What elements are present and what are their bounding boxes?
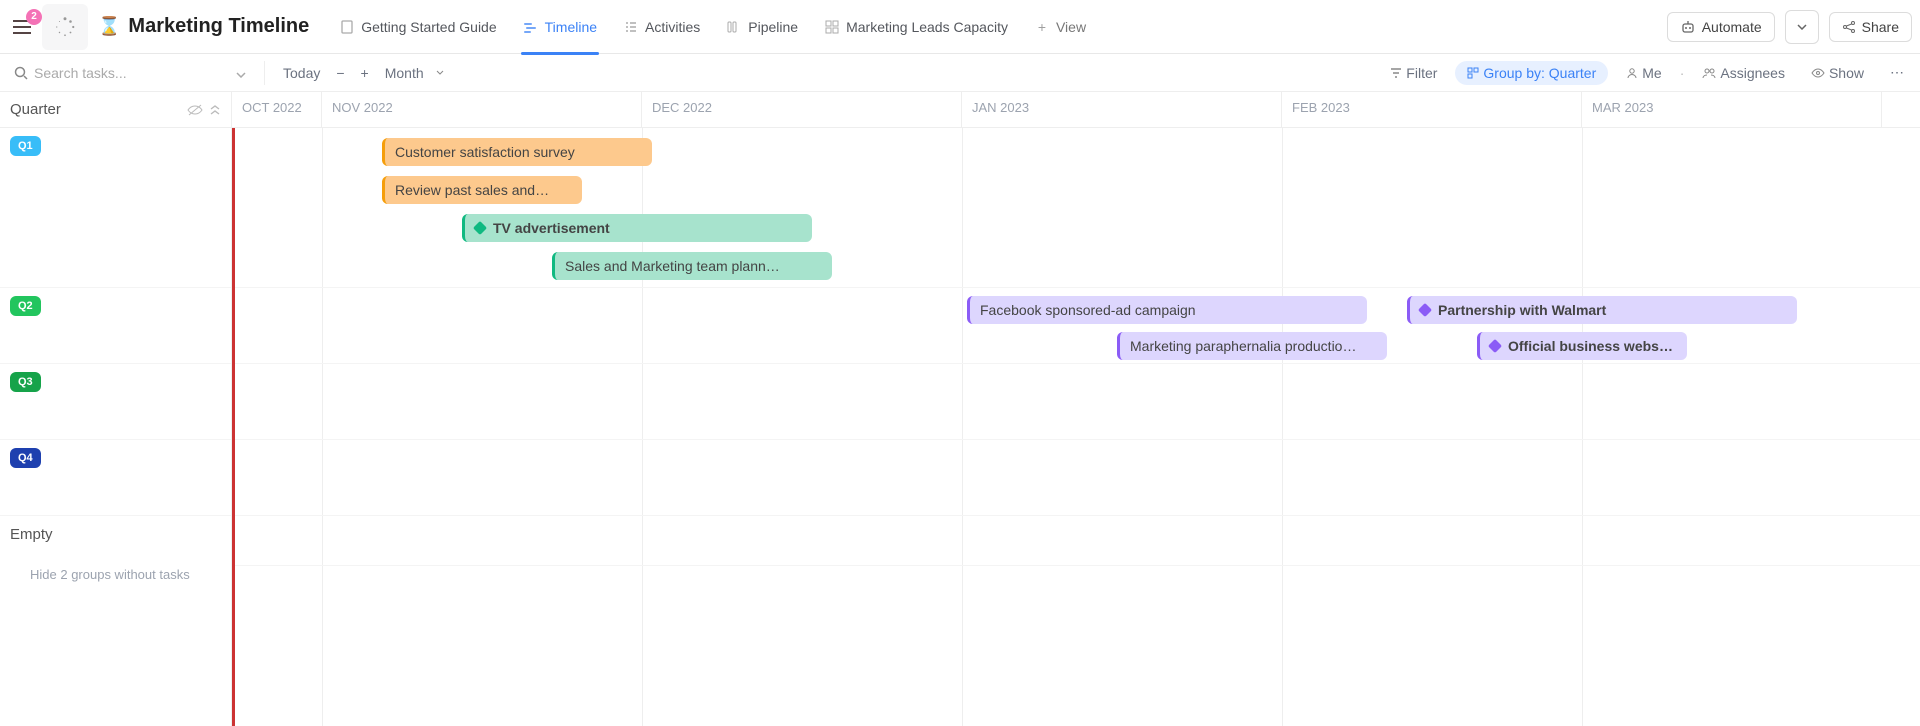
- today-button[interactable]: Today: [275, 61, 328, 85]
- diamond-icon: [473, 221, 487, 235]
- capacity-icon: [824, 19, 840, 35]
- task-bar[interactable]: Facebook sponsored-ad campaign: [967, 296, 1367, 324]
- month-header: DEC 2022: [642, 92, 962, 127]
- lane-q2: Facebook sponsored-ad campaign Partnersh…: [232, 288, 1920, 364]
- task-bar[interactable]: TV advertisement: [462, 214, 812, 242]
- collapse-all-icon[interactable]: [209, 104, 221, 116]
- doc-icon: [339, 19, 355, 35]
- tab-label: Marketing Leads Capacity: [846, 19, 1008, 35]
- tab-pipeline[interactable]: Pipeline: [714, 11, 810, 43]
- share-button[interactable]: Share: [1829, 12, 1912, 42]
- lane-empty: [232, 516, 1920, 566]
- diamond-icon: [1488, 339, 1502, 353]
- pipeline-icon: [726, 19, 742, 35]
- tab-label: Activities: [645, 19, 700, 35]
- lane-q4: [232, 440, 1920, 516]
- group-badge: Q1: [10, 136, 41, 156]
- group-icon: [1467, 67, 1479, 79]
- task-bar[interactable]: Review past sales and…: [382, 176, 582, 204]
- task-label: Partnership with Walmart: [1438, 302, 1606, 318]
- group-badge: Q3: [10, 372, 41, 392]
- me-button[interactable]: Me: [1618, 61, 1669, 85]
- task-label: Official business webs…: [1508, 338, 1673, 354]
- add-view-label: View: [1056, 19, 1086, 35]
- people-icon: [1702, 67, 1716, 79]
- scale-dropdown[interactable]: Month: [377, 61, 452, 85]
- hide-empty-groups-link[interactable]: Hide 2 groups without tasks: [0, 553, 231, 596]
- robot-icon: [1680, 19, 1696, 35]
- tab-label: Timeline: [545, 19, 597, 35]
- chevron-down-icon: [1797, 24, 1807, 30]
- eye-off-icon[interactable]: [187, 104, 203, 116]
- task-bar[interactable]: Sales and Marketing team plann…: [552, 252, 832, 280]
- filter-label: Filter: [1406, 65, 1437, 81]
- month-header: MAR 2023: [1582, 92, 1882, 127]
- lane-q1: Customer satisfaction survey Review past…: [232, 128, 1920, 288]
- group-by-label: Group by: Quarter: [1483, 65, 1596, 81]
- group-badge: Q2: [10, 296, 41, 316]
- filter-icon: [1390, 67, 1402, 79]
- month-header: FEB 2023: [1282, 92, 1582, 127]
- share-icon: [1842, 20, 1856, 34]
- menu-button[interactable]: 2: [8, 13, 36, 41]
- automate-button[interactable]: Automate: [1667, 12, 1775, 42]
- search-input[interactable]: [34, 65, 222, 81]
- task-bar[interactable]: Marketing paraphernalia productio…: [1117, 332, 1387, 360]
- filter-button[interactable]: Filter: [1382, 61, 1445, 85]
- notification-badge: 2: [26, 9, 42, 25]
- list-icon: [623, 19, 639, 35]
- page-title[interactable]: Marketing Timeline: [128, 15, 309, 38]
- spinner-icon: [54, 16, 76, 38]
- separator: [264, 61, 265, 85]
- month-header: JAN 2023: [962, 92, 1282, 127]
- search-dropdown[interactable]: [228, 65, 254, 81]
- tab-activities[interactable]: Activities: [611, 11, 712, 43]
- zoom-out-button[interactable]: −: [328, 61, 352, 85]
- task-bar[interactable]: Partnership with Walmart: [1407, 296, 1797, 324]
- show-button[interactable]: Show: [1803, 61, 1872, 85]
- task-label: TV advertisement: [493, 220, 610, 236]
- month-header: OCT 2022: [232, 92, 322, 127]
- group-field-label[interactable]: Quarter: [10, 101, 61, 118]
- group-row-q3[interactable]: Q3: [0, 364, 231, 440]
- tab-leads-capacity[interactable]: Marketing Leads Capacity: [812, 11, 1020, 43]
- task-bar[interactable]: Customer satisfaction survey: [382, 138, 652, 166]
- workspace-button[interactable]: [42, 4, 88, 50]
- assignees-label: Assignees: [1720, 65, 1785, 81]
- add-view-button[interactable]: + View: [1022, 11, 1098, 43]
- today-marker: [232, 128, 235, 726]
- group-row-q4[interactable]: Q4: [0, 440, 231, 516]
- person-icon: [1626, 67, 1638, 79]
- timeline-icon: [523, 19, 539, 35]
- group-by-button[interactable]: Group by: Quarter: [1455, 61, 1608, 85]
- group-row-q2[interactable]: Q2: [0, 288, 231, 364]
- chevron-down-icon: [436, 70, 444, 75]
- tab-timeline[interactable]: Timeline: [511, 11, 609, 43]
- search-icon: [14, 66, 28, 80]
- share-label: Share: [1862, 19, 1899, 35]
- dot-separator: ·: [1680, 65, 1685, 81]
- plus-icon: +: [1034, 19, 1050, 35]
- automate-label: Automate: [1702, 19, 1762, 35]
- hourglass-icon: ⌛: [98, 16, 120, 37]
- tab-getting-started[interactable]: Getting Started Guide: [327, 11, 508, 43]
- automate-dropdown[interactable]: [1785, 10, 1819, 44]
- assignees-button[interactable]: Assignees: [1694, 61, 1793, 85]
- lane-q3: [232, 364, 1920, 440]
- group-badge: Q4: [10, 448, 41, 468]
- show-label: Show: [1829, 65, 1864, 81]
- me-label: Me: [1642, 65, 1661, 81]
- scale-label: Month: [385, 65, 424, 81]
- group-row-q1[interactable]: Q1: [0, 128, 231, 288]
- task-bar[interactable]: Official business webs…: [1477, 332, 1687, 360]
- tab-label: Getting Started Guide: [361, 19, 496, 35]
- more-button[interactable]: ⋯: [1882, 60, 1912, 85]
- month-header: NOV 2022: [322, 92, 642, 127]
- group-row-empty[interactable]: Empty: [0, 516, 231, 553]
- tab-label: Pipeline: [748, 19, 798, 35]
- eye-icon: [1811, 68, 1825, 78]
- diamond-icon: [1418, 303, 1432, 317]
- zoom-in-button[interactable]: +: [353, 61, 377, 85]
